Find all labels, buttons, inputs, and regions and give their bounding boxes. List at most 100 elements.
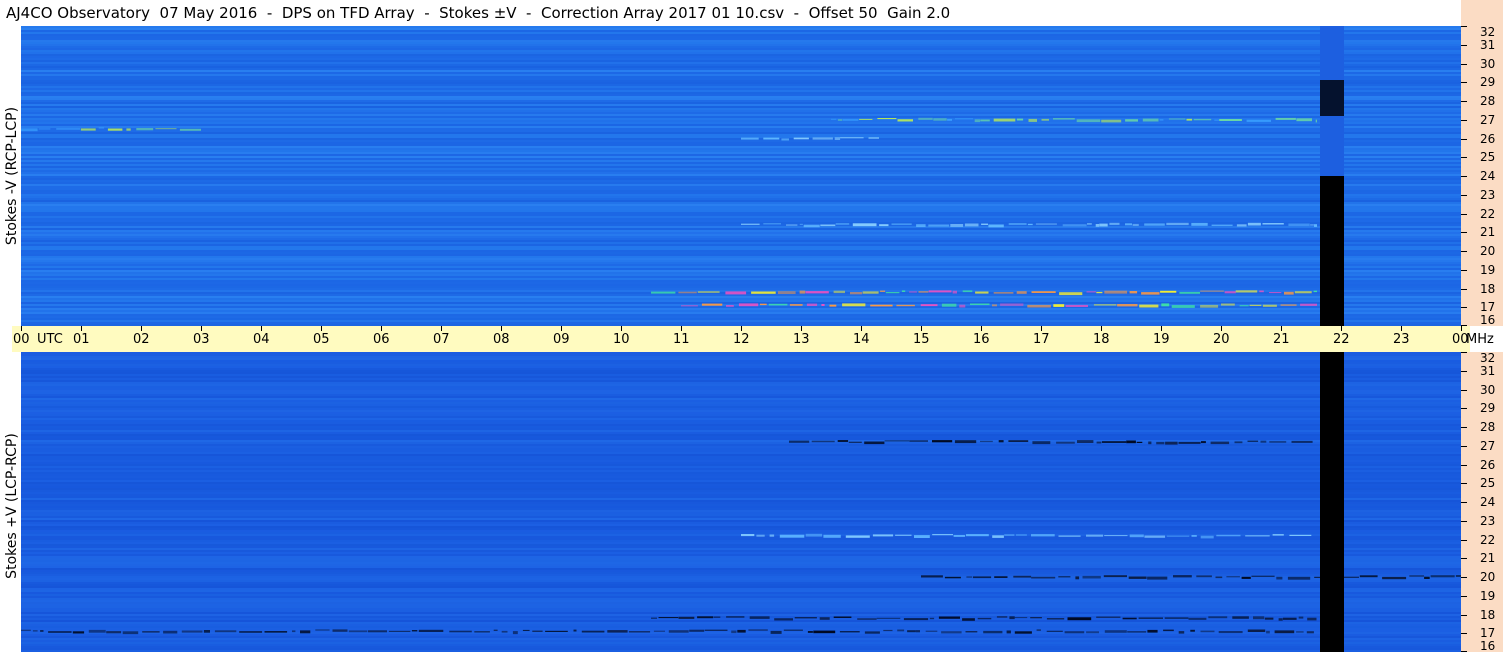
background-band — [21, 480, 1461, 482]
signal-feature-segment — [763, 223, 781, 225]
background-band — [21, 554, 1461, 556]
signal-feature-segment — [781, 138, 789, 141]
signal-feature-segment — [920, 304, 938, 307]
signal-feature-segment — [704, 629, 728, 631]
background-band — [21, 46, 1461, 48]
signal-feature-segment — [107, 128, 123, 131]
background-band — [21, 486, 1461, 488]
background-band — [21, 530, 1461, 532]
background-band — [21, 164, 1461, 166]
frequency-tick-mark — [1461, 307, 1467, 309]
frequency-tick-label: 25 — [1480, 150, 1496, 165]
time-tick-label: 11 — [673, 332, 690, 347]
signal-feature-segment — [1208, 616, 1228, 619]
signal-feature-segment — [1122, 617, 1137, 620]
time-tick-mark — [1401, 326, 1402, 331]
time-tick-mark — [321, 326, 322, 331]
signal-feature-segment — [819, 617, 830, 620]
signal-feature-segment — [689, 629, 705, 632]
background-band — [21, 162, 1461, 164]
frequency-tick-mark — [1461, 176, 1467, 177]
signal-feature-segment — [678, 616, 695, 619]
signal-feature-segment — [835, 223, 850, 225]
frequency-tick-label: 18 — [1480, 607, 1496, 622]
background-band — [21, 190, 1461, 192]
background-band — [21, 384, 1461, 386]
background-band — [21, 172, 1461, 174]
background-band — [21, 170, 1461, 172]
signal-feature-segment — [805, 291, 829, 294]
signal-feature-segment — [820, 224, 836, 227]
background-band — [21, 154, 1461, 156]
signal-feature-segment — [977, 617, 992, 620]
signal-feature-segment — [928, 224, 950, 227]
background-band — [21, 178, 1461, 180]
frequency-tick-mark — [1461, 44, 1467, 46]
signal-feature-segment — [1236, 224, 1247, 227]
signal-feature-segment — [1016, 291, 1027, 294]
signal-feature-segment — [1104, 290, 1128, 294]
background-band — [21, 60, 1461, 62]
signal-feature-segment — [1235, 290, 1258, 293]
background-band — [21, 272, 1461, 274]
signal-feature-segment — [1288, 223, 1310, 227]
background-band — [21, 582, 1461, 584]
signal-feature-segment — [1127, 631, 1147, 633]
background-band — [21, 626, 1461, 628]
signal-feature-segment — [870, 304, 893, 307]
background-band — [21, 386, 1461, 388]
signal-feature-segment — [783, 629, 803, 631]
background-band — [21, 320, 1461, 322]
spectrogram-bottom — [21, 352, 1461, 652]
signal-feature-segment — [1128, 576, 1147, 579]
signal-feature-segment — [1144, 535, 1166, 538]
background-band — [21, 398, 1461, 400]
background-band — [21, 602, 1461, 604]
signal-feature-segment — [1294, 291, 1312, 294]
background-band — [21, 370, 1461, 372]
signal-feature-segment — [974, 119, 981, 123]
signal-feature-segment — [1221, 303, 1235, 306]
signal-feature-segment — [837, 440, 849, 442]
signal-feature-segment — [909, 440, 928, 442]
chart-title: AJ4CO Observatory 07 May 2016 - DPS on T… — [6, 4, 951, 22]
background-band — [21, 58, 1461, 60]
signal-feature-segment — [1219, 119, 1242, 121]
signal-feature-segment — [737, 629, 746, 633]
frequency-tick-label: 31 — [1480, 363, 1496, 378]
signal-feature-segment — [501, 630, 508, 633]
background-band — [21, 130, 1461, 132]
signal-feature-segment — [106, 631, 122, 634]
signal-feature-segment — [697, 291, 720, 293]
background-band — [21, 622, 1461, 624]
background-band — [21, 26, 1461, 28]
signal-feature-segment — [1028, 118, 1037, 122]
signal-feature-segment — [1165, 441, 1178, 445]
signal-feature-segment — [1164, 617, 1189, 619]
signal-feature-segment — [214, 630, 237, 633]
signal-feature-segment — [1056, 441, 1075, 444]
signal-feature-segment — [1269, 292, 1282, 294]
signal-feature-segment — [868, 137, 879, 139]
background-band — [21, 240, 1461, 242]
signal-feature-segment — [859, 118, 873, 120]
background-band — [21, 366, 1461, 368]
signal-feature-segment — [1259, 290, 1264, 293]
signal-feature-segment — [726, 616, 745, 618]
background-band — [21, 608, 1461, 610]
signal-feature-segment — [928, 290, 952, 293]
signal-feature-segment — [1296, 118, 1312, 122]
background-band — [21, 50, 1461, 52]
background-band — [21, 422, 1461, 424]
frequency-tick-mark — [1461, 633, 1467, 635]
background-band — [21, 54, 1461, 56]
signal-feature-segment — [876, 617, 901, 619]
time-tick-mark — [1161, 326, 1162, 331]
background-band — [21, 284, 1461, 286]
signal-feature-segment — [1036, 629, 1041, 631]
background-band — [21, 606, 1461, 608]
background-band — [21, 146, 1461, 148]
signal-feature-segment — [811, 440, 835, 443]
time-tick-mark — [1221, 326, 1222, 331]
signal-feature-segment — [884, 440, 910, 442]
